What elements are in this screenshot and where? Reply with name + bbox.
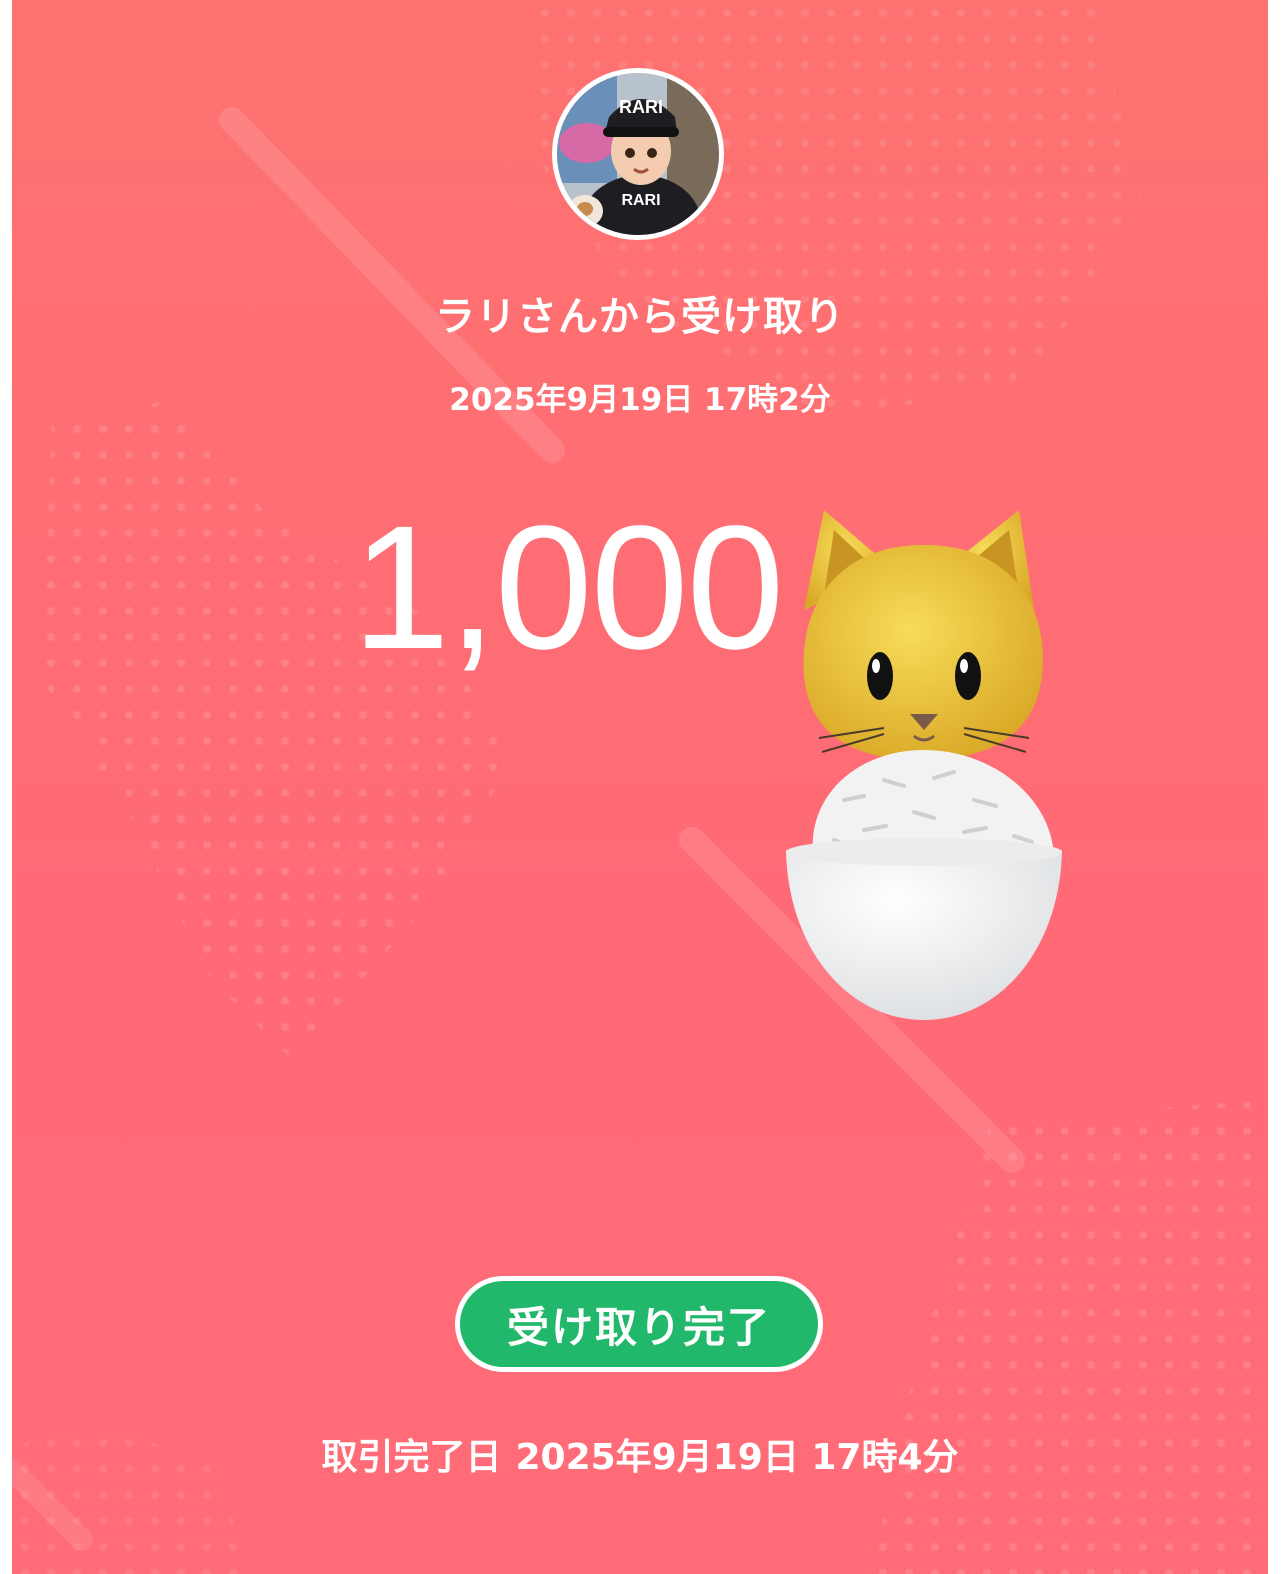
completion-info: 取引完了日 2025年9月19日 17時4分 — [12, 1428, 1268, 1480]
completion-datetime: 2025年9月19日 17時4分 — [515, 1437, 959, 1478]
amount-value: 1,000 — [352, 490, 784, 686]
received-from-title: ラリさんから受け取り — [435, 294, 845, 340]
sender-avatar: RARI RARI — [552, 68, 724, 240]
completion-label: 取引完了日 — [321, 1437, 502, 1478]
cat-rice-bowl-icon — [786, 510, 1062, 1020]
sent-datetime: 2025年9月19日 17時2分 — [449, 382, 831, 418]
avatar-shirt-label: RARI — [621, 192, 660, 209]
receive-complete-button[interactable]: 受け取り完了 — [455, 1276, 823, 1372]
receipt-card: RARI RARI ラリさんから受け取り 2025年9月19日 17時2分 1,… — [12, 0, 1268, 1574]
avatar-cap-label: RARI — [619, 97, 663, 117]
